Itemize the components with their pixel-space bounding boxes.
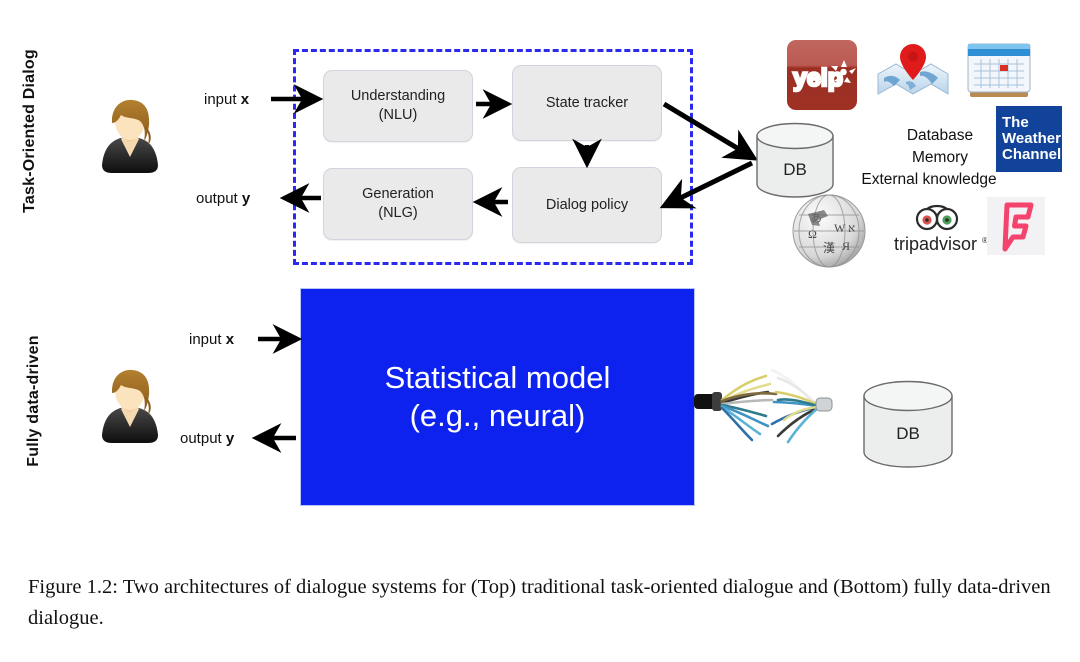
weather-channel-logo[interactable]: The Weather Channel <box>996 106 1062 172</box>
input-var-top: x <box>240 91 250 108</box>
map-logo[interactable] <box>876 40 950 104</box>
output-word-bottom: output <box>180 430 222 447</box>
foursquare-f-icon <box>1002 202 1034 252</box>
output-var-bottom: y <box>225 430 235 447</box>
database-label-bottom: DB <box>896 424 920 443</box>
foursquare-logo[interactable] <box>987 197 1045 255</box>
statistical-model-line2: (e.g., neural) <box>409 398 586 433</box>
row-label-task-oriented: Task-Oriented Dialog <box>21 49 38 213</box>
output-var-top: y <box>241 190 251 207</box>
module-box-dialog-policy[interactable]: Dialog policy <box>512 167 662 243</box>
input-word-bottom: input <box>189 331 222 348</box>
tripadvisor-logo[interactable]: tripadvisor ® <box>894 204 992 257</box>
module-nlg-line1: Generation <box>362 186 434 203</box>
weather-line-2: Weather <box>1002 130 1061 148</box>
module-nlg-line2: (NLG) <box>378 205 418 221</box>
database-label-top: DB <box>783 160 807 179</box>
user-avatar-top <box>88 95 172 179</box>
svg-text:א: א <box>848 221 855 235</box>
module-box-state-tracker[interactable]: State tracker <box>512 65 662 141</box>
figure-caption: Figure 1.2: Two architectures of dialogu… <box>28 576 1051 629</box>
weather-line-1: The <box>1002 114 1029 132</box>
svg-text:W: W <box>834 221 846 235</box>
database-cylinder-top[interactable]: DB <box>755 122 835 198</box>
statistical-model-box[interactable]: Statistical model (e.g., neural) <box>300 288 695 506</box>
module-dialog-policy-line1: Dialog policy <box>545 196 629 213</box>
calendar-logo[interactable] <box>966 40 1032 102</box>
knowledge-line-external: External knowledge <box>861 171 997 188</box>
input-label-bottom: input x <box>189 331 234 348</box>
tripadvisor-owl-icon <box>915 204 959 231</box>
svg-text:漢: 漢 <box>823 241 835 255</box>
weather-line-3: Channel <box>1002 145 1062 163</box>
tripadvisor-wordmark: tripadvisor <box>894 234 977 254</box>
statistical-model-line1: Statistical model <box>384 360 611 396</box>
module-nlu-line1: Understanding <box>350 88 446 105</box>
module-box-nlg[interactable]: Generation (NLG) <box>323 168 473 240</box>
yelp-logo[interactable]: yelp <box>787 40 857 110</box>
input-word-top: input <box>204 91 237 108</box>
cable-bundle-icon <box>694 350 866 460</box>
row-label-fully-data-driven: Fully data-driven <box>25 335 42 467</box>
user-avatar-bottom <box>88 365 172 449</box>
figure-dialogue-architectures: Task-Oriented Dialog Fully data-driven i… <box>0 0 1080 662</box>
wikipedia-logo[interactable]: Ω W א 漢 Я あ <box>790 192 868 270</box>
output-word-top: output <box>196 190 238 207</box>
database-cylinder-bottom[interactable]: DB <box>862 380 954 468</box>
input-label-top: input x <box>204 91 249 108</box>
svg-text:Ω: Ω <box>808 227 817 241</box>
input-var-bottom: x <box>225 331 235 348</box>
module-box-nlu[interactable]: Understanding (NLU) <box>323 70 473 142</box>
module-nlu-line2: (NLU) <box>378 107 418 123</box>
output-label-bottom: output y <box>180 430 234 447</box>
module-state-tracker-line1: State tracker <box>545 94 629 111</box>
output-label-top: output y <box>196 190 250 207</box>
calendar-today-marker <box>1000 65 1008 71</box>
svg-text:Я: Я <box>842 239 850 253</box>
